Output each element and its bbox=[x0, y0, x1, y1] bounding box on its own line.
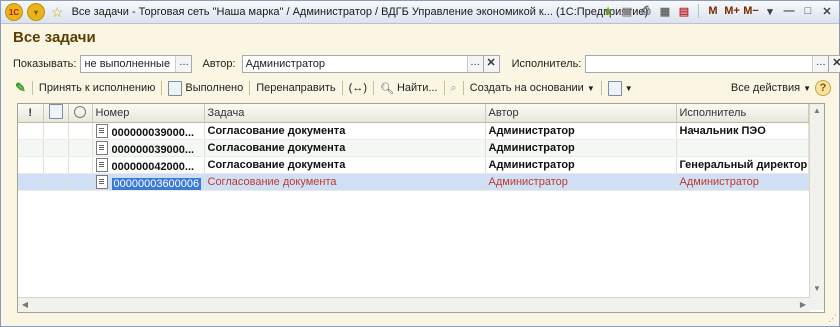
row-number: 000000039000... bbox=[111, 126, 195, 139]
scroll-up-icon[interactable]: ▲ bbox=[810, 104, 824, 118]
row-executor: Начальник ПЭО bbox=[676, 122, 809, 140]
memory-button[interactable]: M bbox=[705, 3, 721, 19]
accept-button[interactable]: Принять к исполнению bbox=[35, 79, 159, 97]
calendar-icon[interactable]: ▤ bbox=[676, 3, 692, 19]
create-based-button[interactable]: Создать на основании ▼ bbox=[466, 79, 599, 97]
document-icon bbox=[607, 80, 622, 96]
row-author: Администратор bbox=[485, 122, 677, 140]
row-author: Администратор bbox=[485, 156, 677, 174]
show-value: не выполненные bbox=[84, 58, 171, 70]
minimize-icon[interactable]: — bbox=[781, 3, 797, 19]
task-doc-icon bbox=[95, 140, 108, 155]
done-column-header[interactable] bbox=[43, 104, 69, 123]
search-icon: 🔍︎ bbox=[379, 82, 394, 95]
print-menu-button[interactable]: ▼ bbox=[604, 79, 637, 97]
executor-label: Исполнитель: bbox=[511, 58, 582, 70]
close-icon[interactable]: ✕ bbox=[819, 3, 835, 19]
row-number: 000000042000... bbox=[111, 160, 195, 173]
redirect-button[interactable]: Перенаправить bbox=[252, 79, 339, 97]
done-icon bbox=[168, 80, 183, 96]
row-task: Согласование документа bbox=[204, 156, 486, 174]
favorite-star-icon[interactable]: ☆ bbox=[51, 4, 64, 21]
dropdown-icon[interactable]: ▾ bbox=[762, 3, 778, 19]
row-number: 000000039000... bbox=[111, 143, 195, 156]
tasks-table: ! Номер Задача Автор Исполнитель 0000000… bbox=[17, 103, 825, 313]
row-task: Согласование документа bbox=[204, 173, 486, 191]
vertical-scrollbar[interactable]: ▲ ▼ bbox=[809, 104, 824, 310]
history-icon[interactable]: ▣ bbox=[619, 3, 635, 19]
memory-minus-button[interactable]: M− bbox=[743, 3, 759, 19]
cancel-search-icon[interactable]: ⌕ bbox=[447, 79, 461, 97]
scroll-left-icon[interactable]: ◀ bbox=[18, 298, 32, 312]
author-column-header[interactable]: Автор bbox=[485, 104, 677, 123]
toolbar: ✎ Принять к исполнению Выполнено Перенап… bbox=[11, 78, 831, 98]
show-select-button[interactable]: … bbox=[175, 56, 192, 72]
links-button[interactable]: (↔) bbox=[345, 79, 371, 97]
create-based-label: Создать на основании bbox=[469, 82, 584, 94]
app-logo-icon[interactable]: 1C bbox=[5, 3, 23, 21]
chevron-down-icon: ▼ bbox=[803, 83, 811, 93]
table-row[interactable]: 000000039000... Согласование документа А… bbox=[18, 139, 809, 157]
horizontal-scrollbar[interactable]: ◀ ▶ bbox=[18, 297, 810, 312]
favorites-icon[interactable]: ★ bbox=[600, 3, 616, 19]
author-select-button[interactable]: … bbox=[466, 56, 483, 72]
status-circle-icon bbox=[74, 105, 86, 118]
row-task: Согласование документа bbox=[204, 122, 486, 140]
done-label: Выполнено bbox=[185, 82, 244, 94]
task-column-header[interactable]: Задача bbox=[204, 104, 486, 123]
row-number: 00000003600006 bbox=[111, 177, 202, 190]
chevron-down-icon: ▼ bbox=[586, 83, 595, 93]
author-value: Администратор bbox=[245, 58, 325, 70]
all-actions-label: Все действия bbox=[730, 82, 801, 94]
filter-bar: Показывать: не выполненные … Автор: Адми… bbox=[13, 55, 840, 73]
show-label: Показывать: bbox=[13, 58, 77, 70]
number-column-header[interactable]: Номер bbox=[92, 104, 205, 123]
executor-select-button[interactable]: … bbox=[812, 56, 829, 72]
table-row[interactable]: 000000039000... Согласование документа А… bbox=[18, 122, 809, 140]
page-title: Все задачи bbox=[13, 29, 96, 46]
table-header: ! Номер Задача Автор Исполнитель bbox=[18, 104, 809, 123]
edit-icon[interactable]: ✎ bbox=[11, 79, 30, 97]
maximize-icon[interactable]: □ bbox=[800, 3, 816, 19]
table-row-selected[interactable]: 00000003600006 Согласование документа Ад… bbox=[18, 173, 809, 191]
find-button[interactable]: 🔍︎ Найти... bbox=[376, 79, 442, 97]
task-doc-icon bbox=[95, 157, 108, 172]
help-button[interactable]: ? bbox=[815, 80, 831, 96]
done-button[interactable]: Выполнено bbox=[164, 79, 247, 97]
window-title: Все задачи - Торговая сеть "Наша марка" … bbox=[71, 6, 649, 18]
row-executor bbox=[676, 139, 809, 157]
row-executor: Генеральный директор bbox=[676, 156, 809, 174]
task-doc-icon bbox=[95, 123, 108, 138]
find-label: Найти... bbox=[396, 82, 438, 94]
scroll-down-icon[interactable]: ▼ bbox=[810, 282, 824, 296]
importance-column-header[interactable]: ! bbox=[18, 104, 44, 123]
calculator-icon[interactable]: ▦ bbox=[657, 3, 673, 19]
row-author: Администратор bbox=[485, 139, 677, 157]
chevron-down-icon: ▼ bbox=[624, 83, 633, 93]
memory-plus-button[interactable]: M+ bbox=[724, 3, 740, 19]
print-icon[interactable]: ⎙ bbox=[638, 3, 654, 19]
task-doc-icon bbox=[95, 174, 108, 189]
done-column-icon bbox=[48, 104, 63, 119]
executor-column-header[interactable]: Исполнитель bbox=[676, 104, 809, 123]
show-field[interactable]: не выполненные … bbox=[80, 55, 193, 73]
executor-clear-button[interactable]: ✕ bbox=[828, 55, 840, 73]
scroll-right-icon[interactable]: ▶ bbox=[796, 298, 810, 312]
all-actions-button[interactable]: Все действия ▼ bbox=[727, 79, 815, 97]
application-window: 1C ▾ ☆ Все задачи - Торговая сеть "Наша … bbox=[0, 0, 840, 327]
author-field[interactable]: Администратор … ✕ bbox=[241, 55, 500, 73]
row-executor: Администратор bbox=[676, 173, 809, 191]
status-column-header[interactable] bbox=[68, 104, 93, 123]
title-bar: 1C ▾ ☆ Все задачи - Торговая сеть "Наша … bbox=[1, 1, 839, 24]
resize-grip-icon[interactable]: ⋰ bbox=[828, 313, 837, 324]
main-menu-icon[interactable]: ▾ bbox=[27, 3, 45, 21]
author-label: Автор: bbox=[202, 58, 236, 70]
row-author: Администратор bbox=[485, 173, 677, 191]
author-clear-button[interactable]: ✕ bbox=[482, 55, 500, 73]
table-row[interactable]: 000000042000... Согласование документа А… bbox=[18, 156, 809, 174]
executor-field[interactable]: … ✕ bbox=[585, 55, 840, 73]
row-task: Согласование документа bbox=[204, 139, 486, 157]
